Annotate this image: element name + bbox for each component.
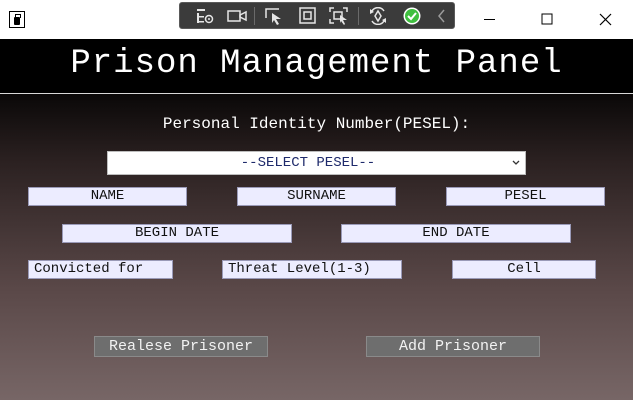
- minimize-icon: [484, 19, 495, 20]
- record-icon[interactable]: [227, 7, 247, 25]
- close-icon: [599, 13, 612, 26]
- page-title: Prison Management Panel: [70, 45, 563, 83]
- title-bar: [0, 0, 633, 39]
- debug-toolbar: [179, 2, 455, 29]
- convicted-for-field[interactable]: Convicted for: [28, 260, 173, 279]
- chevron-down-icon: [511, 154, 521, 176]
- hot-reload-icon[interactable]: [368, 6, 388, 26]
- end-date-field[interactable]: END DATE: [341, 224, 571, 243]
- maximize-icon: [541, 13, 553, 25]
- app-icon: [9, 11, 25, 28]
- minimize-button[interactable]: [460, 0, 518, 39]
- pesel-select[interactable]: --SELECT PESEL--: [107, 151, 526, 175]
- begin-date-field[interactable]: BEGIN DATE: [62, 224, 292, 243]
- pesel-field[interactable]: PESEL: [446, 187, 605, 206]
- name-field[interactable]: NAME: [28, 187, 187, 206]
- header-band: Prison Management Panel: [0, 39, 633, 94]
- toolbar-separator: [358, 7, 359, 25]
- pesel-label: Personal Identity Number(PESEL):: [162, 115, 471, 133]
- display-layout-icon[interactable]: [298, 7, 318, 25]
- collapse-chevron-icon[interactable]: [432, 7, 452, 25]
- track-focus-icon[interactable]: [329, 7, 349, 25]
- select-element-icon[interactable]: [264, 7, 284, 25]
- toolbar-separator: [254, 7, 255, 25]
- threat-level-field[interactable]: Threat Level(1-3): [222, 260, 402, 279]
- surname-field[interactable]: SURNAME: [237, 187, 396, 206]
- cell-field[interactable]: Cell: [452, 260, 596, 279]
- checkmark-icon[interactable]: [402, 7, 422, 25]
- live-visual-tree-icon[interactable]: [195, 7, 215, 25]
- pesel-select-value: --SELECT PESEL--: [240, 155, 376, 171]
- maximize-button[interactable]: [518, 0, 576, 39]
- add-prisoner-button[interactable]: Add Prisoner: [366, 336, 540, 357]
- release-prisoner-button[interactable]: Realese Prisoner: [94, 336, 268, 357]
- main-panel: Prison Management Panel Personal Identit…: [0, 39, 633, 400]
- close-button[interactable]: [576, 0, 633, 39]
